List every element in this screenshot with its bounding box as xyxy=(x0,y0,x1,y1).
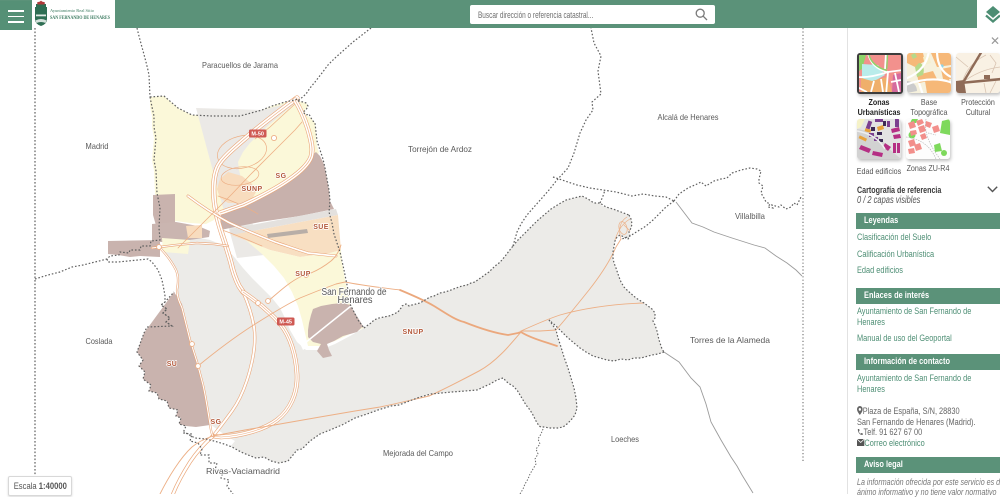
svg-text:Mejorada del Campo: Mejorada del Campo xyxy=(383,449,453,458)
svg-text:SAN FERNANDO DE HENARES: SAN FERNANDO DE HENARES xyxy=(50,16,110,21)
svg-text:Loeches: Loeches xyxy=(611,435,639,444)
svg-text:Villalbilla: Villalbilla xyxy=(735,212,765,221)
svg-text:SUP: SUP xyxy=(295,271,311,278)
svg-text:Paracuellos de Jarama: Paracuellos de Jarama xyxy=(202,61,278,70)
svg-text:SUNP: SUNP xyxy=(241,186,262,193)
svg-text:M-50: M-50 xyxy=(251,132,264,138)
svg-text:Madrid: Madrid xyxy=(86,142,109,151)
svg-text:Torrejón de Ardoz: Torrejón de Ardoz xyxy=(408,145,472,154)
svg-text:SG: SG xyxy=(276,173,287,180)
svg-text:Alcalá de Henares: Alcalá de Henares xyxy=(658,113,719,122)
svg-text:Henares: Henares xyxy=(338,294,373,306)
svg-text:Rivas-Vaciamadrid: Rivas-Vaciamadrid xyxy=(206,467,280,476)
svg-text:Torres de la Alameda: Torres de la Alameda xyxy=(690,336,770,345)
svg-text:SUE: SUE xyxy=(313,224,329,231)
svg-text:SG: SG xyxy=(211,419,222,426)
svg-text:Ayuntamiento Real Sitio: Ayuntamiento Real Sitio xyxy=(50,8,94,13)
svg-text:Coslada: Coslada xyxy=(86,337,113,346)
svg-text:M-45: M-45 xyxy=(279,320,292,326)
svg-text:SNUP: SNUP xyxy=(402,329,423,336)
svg-text:SU: SU xyxy=(167,361,178,368)
